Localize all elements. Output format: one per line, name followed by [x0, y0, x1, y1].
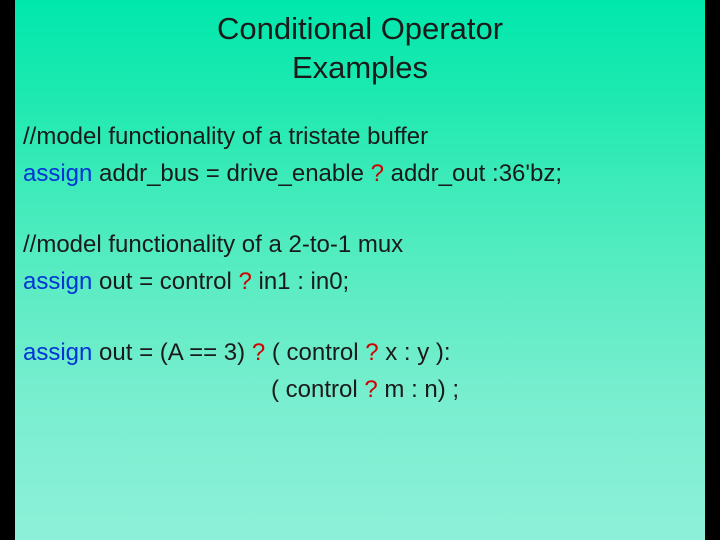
code-text: out = control	[92, 268, 238, 295]
title-line-1: Conditional Operator	[217, 11, 503, 46]
code-text: in1 : in0;	[252, 268, 349, 295]
slide: Conditional Operator Examples //model fu…	[15, 0, 705, 540]
comment-mux: //model functionality of a 2-to-1 mux	[23, 226, 697, 263]
code-line-mux: assign out = control ? in1 : in0;	[23, 263, 697, 300]
code-text: ( control	[265, 339, 365, 366]
keyword-assign: assign	[23, 268, 92, 295]
code-line-nested-2: ( control ? m : n) ;	[23, 371, 697, 408]
title-line-2: Examples	[292, 50, 428, 85]
slide-body: //model functionality of a tristate buff…	[23, 118, 697, 409]
ternary-question: ?	[238, 268, 251, 295]
ternary-question: ?	[252, 339, 265, 366]
code-text: ( control	[271, 376, 364, 403]
code-text: addr_bus = drive_enable	[92, 160, 370, 187]
keyword-assign: assign	[23, 160, 92, 187]
blank-line	[23, 300, 697, 334]
slide-title: Conditional Operator Examples	[23, 10, 697, 88]
ternary-question: ?	[365, 339, 378, 366]
ternary-question: ?	[371, 160, 384, 187]
blank-line	[23, 192, 697, 226]
code-text: addr_out :36'bz;	[384, 160, 562, 187]
code-text: m : n) ;	[378, 376, 459, 403]
code-text: x : y ):	[379, 339, 451, 366]
code-line-nested-1: assign out = (A == 3) ? ( control ? x : …	[23, 334, 697, 371]
code-line-tristate: assign addr_bus = drive_enable ? addr_ou…	[23, 155, 697, 192]
comment-tristate: //model functionality of a tristate buff…	[23, 118, 697, 155]
keyword-assign: assign	[23, 339, 92, 366]
ternary-question: ?	[364, 376, 377, 403]
code-text: out = (A == 3)	[92, 339, 251, 366]
